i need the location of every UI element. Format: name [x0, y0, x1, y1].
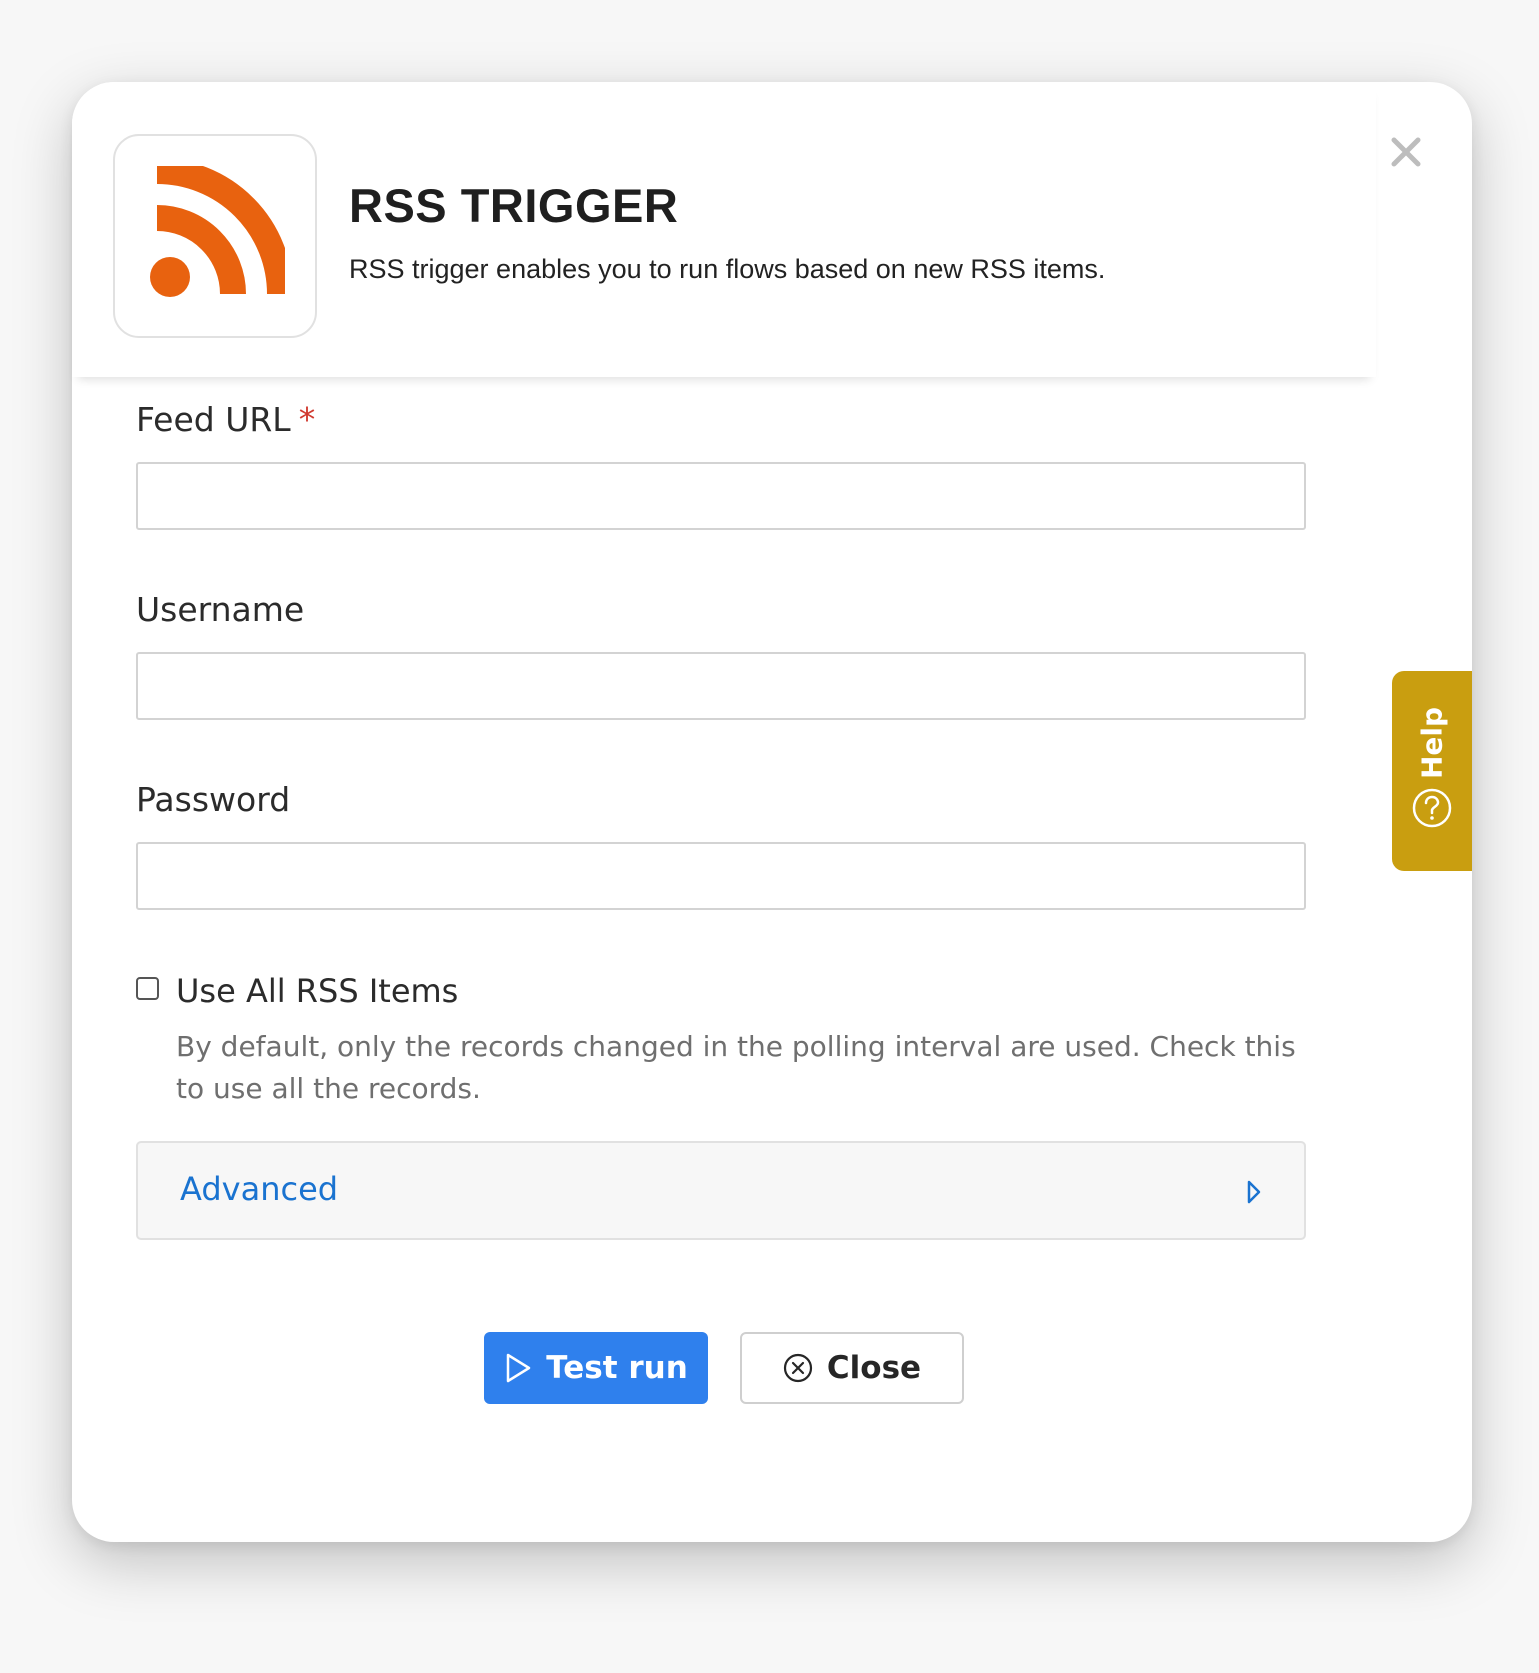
- test-run-label: Test run: [546, 1350, 688, 1386]
- rss-icon: [150, 166, 285, 297]
- use-all-rss-items-label[interactable]: Use All RSS Items: [176, 972, 458, 1010]
- close-button[interactable]: Close: [740, 1332, 964, 1404]
- password-label: Password: [136, 780, 291, 819]
- password-input[interactable]: [136, 842, 1306, 910]
- close-label: Close: [826, 1350, 922, 1386]
- use-all-rss-items-help: By default, only the records changed in …: [176, 1030, 1296, 1105]
- test-run-button[interactable]: Test run: [484, 1332, 708, 1404]
- username-input[interactable]: [136, 652, 1306, 720]
- play-icon: [506, 1353, 531, 1383]
- help-label: Help: [1415, 706, 1449, 780]
- help-tab[interactable]: Help: [1392, 671, 1472, 871]
- dialog-subtitle: RSS trigger enables you to run flows bas…: [349, 254, 1106, 284]
- feed-url-label: Feed URL *: [136, 400, 315, 439]
- rss-trigger-dialog: RSS TRIGGER RSS trigger enables you to r…: [72, 82, 1472, 1542]
- advanced-label: Advanced: [180, 1170, 339, 1208]
- required-marker: *: [298, 400, 316, 439]
- feed-url-label-text: Feed URL: [136, 400, 291, 439]
- use-all-rss-items-checkbox[interactable]: [136, 977, 159, 1000]
- app-logo: [113, 134, 317, 338]
- close-icon[interactable]: [1388, 134, 1424, 170]
- username-label: Username: [136, 590, 305, 629]
- circle-x-icon: [783, 1353, 813, 1383]
- dialog-header: RSS TRIGGER RSS trigger enables you to r…: [72, 82, 1376, 377]
- chevron-right-icon: [1247, 1180, 1261, 1204]
- feed-url-input[interactable]: [136, 462, 1306, 530]
- advanced-section-toggle[interactable]: Advanced: [136, 1141, 1306, 1240]
- question-circle-icon: [1412, 788, 1452, 828]
- dialog-title: RSS TRIGGER: [349, 179, 679, 232]
